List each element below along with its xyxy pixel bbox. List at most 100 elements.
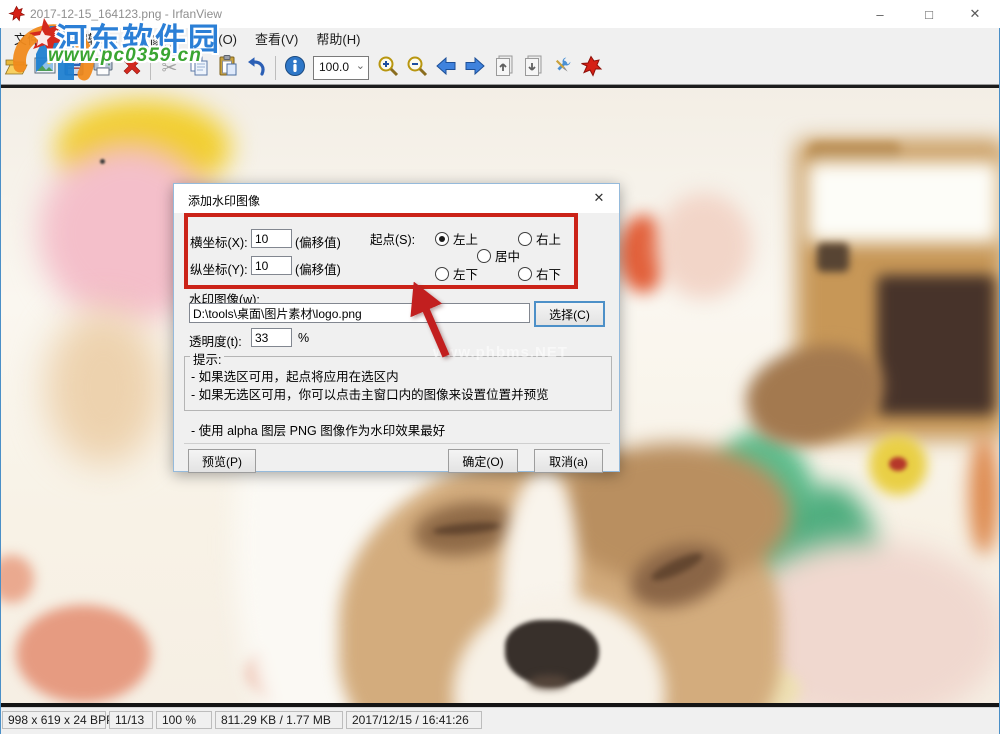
menu-view[interactable]: 查看(V) [246, 28, 307, 52]
menu-bar: 文件(F) 编辑(E) 图像(I) 选项(O) 查看(V) 帮助(H) [1, 28, 999, 52]
opacity-unit: % [298, 331, 310, 345]
status-image-dimensions: 998 x 619 x 24 BPP [2, 711, 114, 729]
hint-line-3: - 使用 alpha 图层 PNG 图像作为水印效果最好 [191, 424, 446, 438]
slideshow-icon [33, 54, 57, 83]
dialog-close-icon[interactable]: ✕ [589, 190, 609, 208]
title-bar: 2017-12-15_164123.png - IrfanView – □ ✕ [0, 0, 1000, 28]
plush-paw [656, 193, 752, 299]
opacity-input[interactable] [251, 328, 292, 347]
menu-file[interactable]: 文件(F) [5, 28, 66, 52]
radio-bottom-right[interactable]: 右下 [518, 264, 561, 283]
image-top-border [1, 85, 999, 88]
cancel-button[interactable]: 取消(a) [534, 449, 603, 473]
status-file-datetime: 2017/12/15 / 16:41:26 [346, 711, 482, 729]
printer-icon [91, 54, 115, 83]
undo-arrow-icon [245, 54, 269, 83]
preview-button[interactable]: 预览(P) [188, 449, 256, 473]
dialog-title-bar: 添加水印图像 ✕ [174, 184, 619, 213]
radio-button-icon [435, 266, 449, 281]
basket-knob [817, 243, 849, 272]
radio-button-icon [518, 231, 532, 246]
y-coordinate-input[interactable] [251, 256, 292, 275]
basket-panel [877, 275, 995, 415]
arrow-right-icon [463, 54, 487, 83]
slideshow-button[interactable] [30, 54, 59, 82]
toolbar-separator [275, 56, 276, 80]
page-down-icon [521, 54, 545, 83]
delete-x-icon [120, 54, 144, 83]
copy-button[interactable] [184, 54, 213, 82]
hint-line-2: - 如果无选区可用，你可以点击主窗口内的图像来设置位置并预览 [191, 388, 549, 402]
photo-blob [969, 435, 999, 555]
menu-image[interactable]: 图像(I) [127, 28, 183, 52]
radio-bottom-left[interactable]: 左下 [435, 264, 478, 283]
irfanview-mascot-icon [579, 54, 603, 83]
radio-top-left[interactable]: 左上 [435, 229, 478, 248]
zoom-out-icon [405, 54, 429, 83]
zoom-out-button[interactable] [402, 54, 431, 82]
copy-icon [187, 54, 211, 83]
maximize-button[interactable]: □ [906, 0, 952, 28]
print-button[interactable] [88, 54, 117, 82]
x-offset-suffix: (偏移值) [295, 236, 341, 250]
basket-handle [809, 143, 901, 163]
status-file-index: 11/13 [109, 711, 153, 729]
save-floppy-icon [62, 54, 86, 83]
radio-button-icon [435, 231, 449, 246]
separator-line [184, 443, 610, 444]
menu-edit[interactable]: 编辑(E) [66, 28, 127, 52]
radio-top-right[interactable]: 右上 [518, 229, 561, 248]
status-file-size: 811.29 KB / 1.77 MB [215, 711, 343, 729]
last-page-button[interactable] [518, 54, 547, 82]
menu-options[interactable]: 选项(O) [183, 28, 246, 52]
zoom-in-button[interactable] [373, 54, 402, 82]
zoom-in-icon [376, 54, 400, 83]
ok-button[interactable]: 确定(O) [448, 449, 518, 473]
toolbar: ✂ 100.0 ⌄ [1, 52, 999, 85]
blanket-dot [16, 605, 151, 703]
origin-label: 起点(S): [370, 233, 416, 247]
info-button[interactable] [280, 54, 309, 82]
zoom-combobox[interactable]: 100.0 ⌄ [313, 56, 369, 80]
save-button[interactable] [59, 54, 88, 82]
paste-button[interactable] [213, 54, 242, 82]
irfanview-window: 2017-12-15_164123.png - IrfanView – □ ✕ … [0, 0, 1000, 734]
tools-wrench-icon [550, 54, 574, 83]
zoom-value: 100.0 [319, 60, 350, 74]
page-up-icon [492, 54, 516, 83]
next-image-button[interactable] [460, 54, 489, 82]
close-button[interactable]: ✕ [952, 0, 998, 28]
menu-help[interactable]: 帮助(H) [307, 28, 369, 52]
first-page-button[interactable] [489, 54, 518, 82]
watermark-path-input[interactable] [189, 303, 530, 323]
cut-button[interactable]: ✂ [155, 54, 184, 82]
photo-blob [46, 310, 161, 465]
minimize-button[interactable]: – [857, 0, 903, 28]
blanket-dot [1, 555, 34, 603]
add-watermark-dialog: 添加水印图像 ✕ 横坐标(X): (偏移值) 纵坐标(Y): (偏移值) 起点(… [173, 183, 620, 473]
mascot-button[interactable] [576, 54, 605, 82]
hint-line-1: - 如果选区可用，起点将应用在选区内 [191, 370, 399, 384]
radio-center[interactable]: 居中 [477, 246, 520, 265]
x-coordinate-label: 横坐标(X): [190, 236, 248, 250]
photo-blob [807, 161, 999, 243]
window-title: 2017-12-15_164123.png - IrfanView [30, 7, 222, 21]
open-folder-icon [4, 54, 28, 83]
previous-image-button[interactable] [431, 54, 460, 82]
choose-button[interactable]: 选择(C) [534, 301, 605, 327]
red-annotation-arrow [398, 281, 462, 366]
radio-button-icon [518, 266, 532, 281]
chevron-down-icon: ⌄ [355, 60, 365, 72]
irfanview-app-icon [8, 5, 26, 22]
undo-button[interactable] [242, 54, 271, 82]
radio-button-icon [477, 248, 491, 263]
delete-button[interactable] [117, 54, 146, 82]
status-zoom-percent: 100 % [156, 711, 212, 729]
photo-blob [889, 457, 907, 471]
opacity-label: 透明度(t): [189, 335, 242, 349]
x-coordinate-input[interactable] [251, 229, 292, 248]
y-coordinate-label: 纵坐标(Y): [190, 263, 248, 277]
open-button[interactable] [1, 54, 30, 82]
properties-button[interactable] [547, 54, 576, 82]
photo-blob [529, 675, 569, 689]
